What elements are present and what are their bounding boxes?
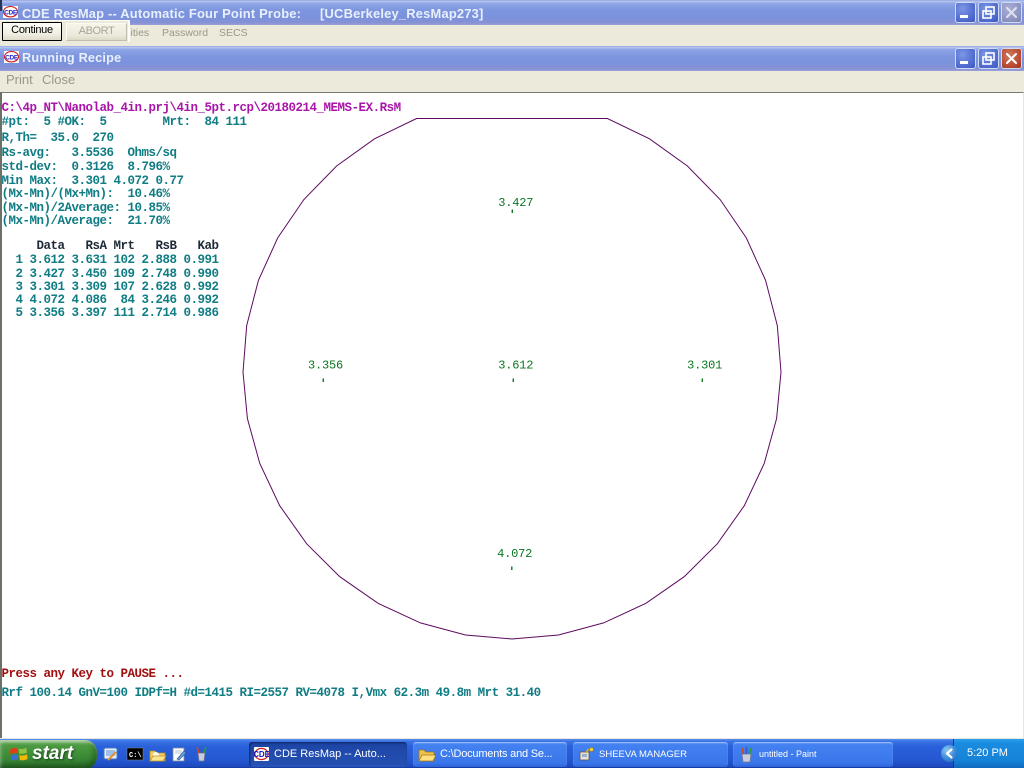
svg-text:3.356: 3.356: [308, 359, 343, 373]
svg-text:4.072: 4.072: [497, 547, 532, 561]
svg-text:3.612: 3.612: [498, 359, 533, 373]
svg-text:3.427: 3.427: [498, 196, 533, 210]
svg-text:CDE: CDE: [254, 750, 269, 759]
svg-text:CDE: CDE: [4, 9, 18, 16]
svg-text:3.301: 3.301: [687, 359, 722, 373]
svg-text:C:\: C:\: [129, 752, 142, 760]
svg-text:CDE: CDE: [5, 54, 19, 61]
